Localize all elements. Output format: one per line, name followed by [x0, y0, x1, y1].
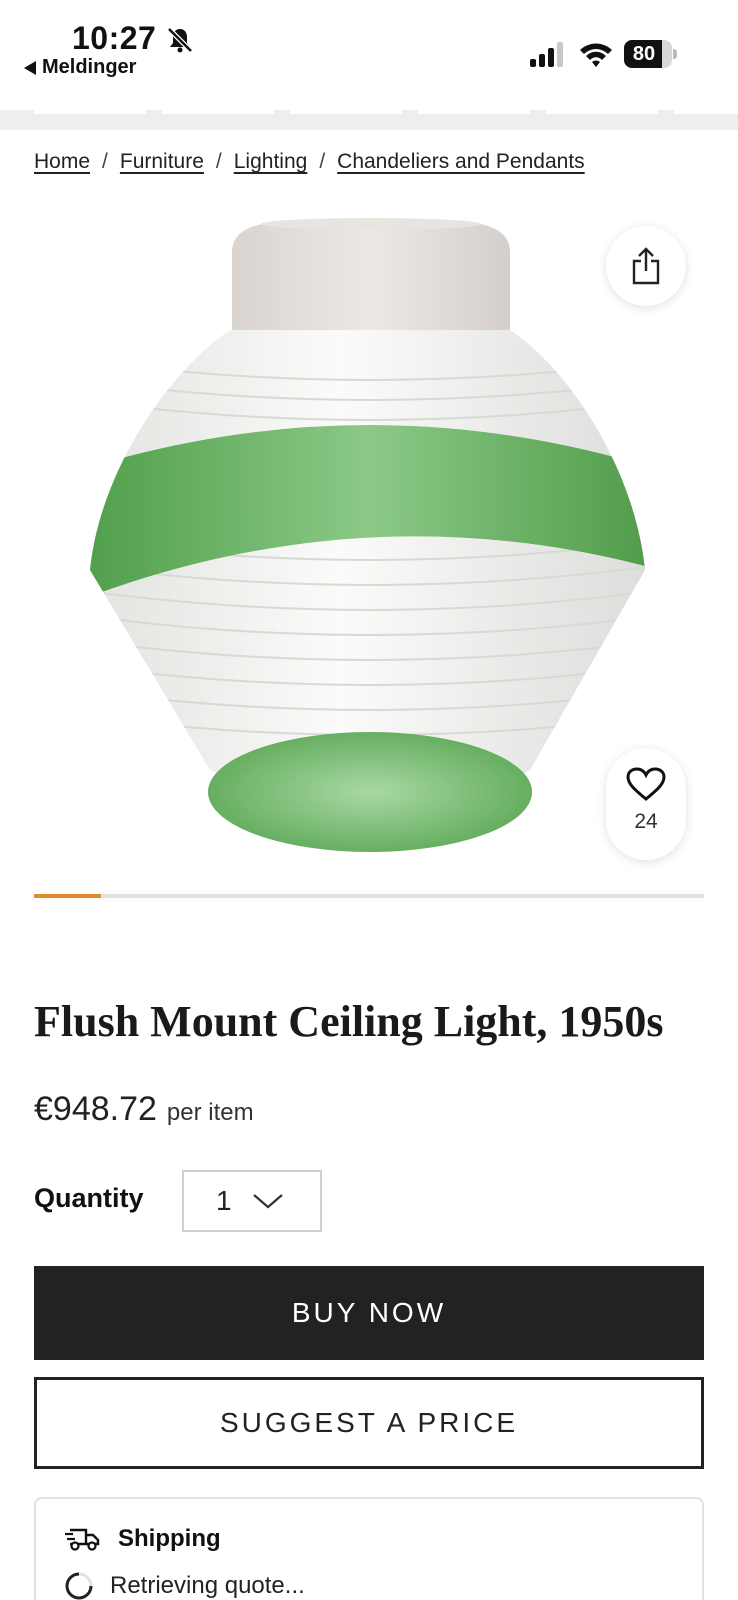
product-title: Flush Mount Ceiling Light, 1950s: [34, 997, 664, 1046]
status-bar: 10:27 Meldinger 80: [0, 0, 738, 110]
cellular-signal-icon: [530, 42, 563, 67]
buy-now-button[interactable]: BUY NOW: [34, 1266, 704, 1360]
breadcrumb-lighting[interactable]: Lighting: [234, 150, 308, 174]
breadcrumb-separator: /: [215, 150, 222, 173]
chevron-down-icon: [252, 1194, 283, 1209]
favorite-count: 24: [634, 810, 658, 833]
quantity-value: 1: [216, 1185, 232, 1216]
share-icon: [632, 247, 660, 285]
suggest-price-button[interactable]: SUGGEST A PRICE: [34, 1377, 704, 1469]
shipping-status-text: Retrieving quote...: [110, 1572, 305, 1599]
gallery-progress-fill: [34, 894, 101, 898]
back-app-label: Meldinger: [42, 56, 137, 78]
battery-percent: 80: [632, 43, 656, 65]
back-triangle-icon: [24, 60, 36, 75]
bell-slash-icon: [167, 27, 193, 53]
gallery-progress: [34, 894, 704, 898]
breadcrumb-home[interactable]: Home: [34, 150, 90, 174]
quantity-label: Quantity: [34, 1183, 144, 1213]
breadcrumb-separator: /: [102, 150, 108, 173]
breadcrumb-separator: /: [319, 150, 326, 173]
shipping-status: Retrieving quote...: [64, 1571, 305, 1600]
spinner-icon: [65, 1572, 93, 1600]
breadcrumb-chandeliers[interactable]: Chandeliers and Pendants: [337, 150, 585, 174]
truck-icon: [65, 1528, 100, 1551]
quantity-select[interactable]: 1: [182, 1170, 322, 1232]
product-image[interactable]: [80, 210, 660, 870]
price-unit: per item: [166, 1099, 254, 1126]
price-row: €948.72 per item: [34, 1090, 254, 1129]
header-divider: [0, 110, 738, 130]
status-time: 10:27: [72, 20, 157, 56]
battery-indicator: 80: [624, 40, 677, 68]
share-button[interactable]: [606, 226, 686, 306]
product-price: €948.72: [34, 1090, 157, 1128]
breadcrumb: Home / Furniture / Lighting / Chandelier…: [34, 150, 585, 174]
breadcrumb-furniture[interactable]: Furniture: [120, 150, 204, 174]
shipping-card: Shipping Retrieving quote...: [34, 1497, 704, 1600]
wifi-icon: [580, 43, 612, 67]
heart-icon: [626, 767, 666, 801]
shipping-header: Shipping: [64, 1525, 221, 1553]
shipping-title: Shipping: [118, 1525, 221, 1552]
favorite-button[interactable]: 24: [606, 748, 686, 860]
back-to-app-link[interactable]: Meldinger: [24, 56, 136, 79]
